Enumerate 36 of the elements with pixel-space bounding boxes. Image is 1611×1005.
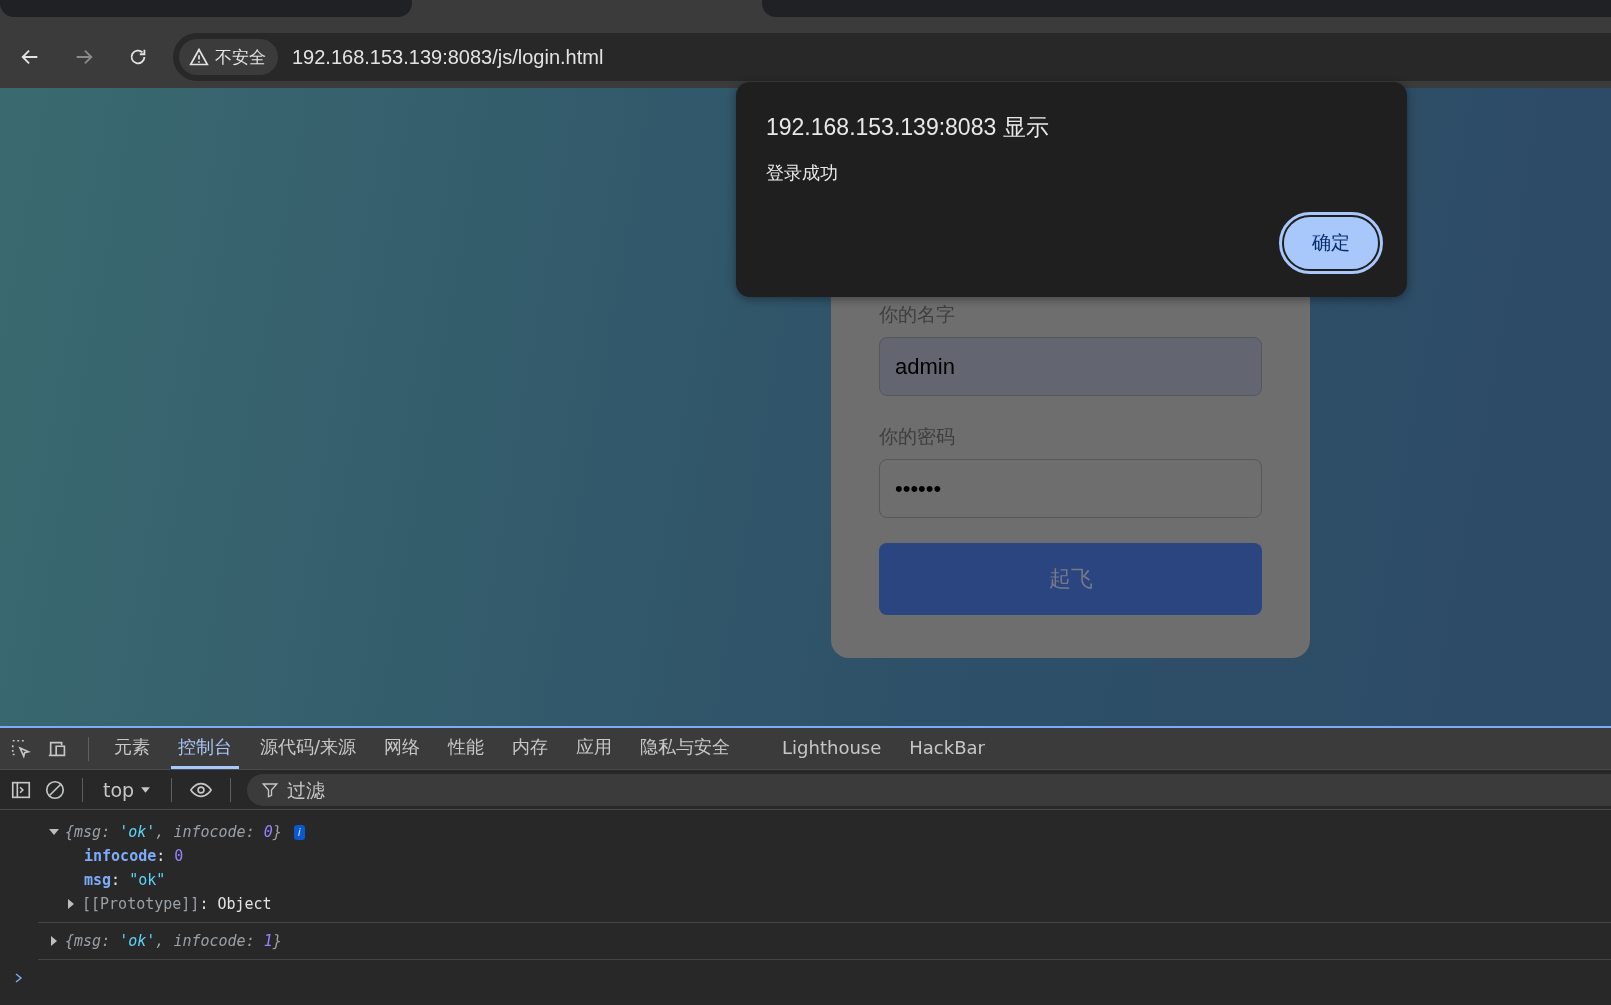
info-badge: i [293, 824, 305, 840]
warning-icon [189, 47, 209, 67]
devtools-tab[interactable]: 元素 [107, 728, 157, 769]
devtools-tab[interactable]: 性能 [441, 728, 492, 769]
devtools-tab[interactable]: 网络 [377, 728, 428, 769]
collapsed-triangle-icon[interactable] [66, 899, 76, 909]
url-text: 192.168.153.139:8083/js/login.html [292, 45, 604, 69]
property-line: msg: "ok" [84, 871, 166, 889]
filter-icon [261, 780, 280, 799]
context-dropdown[interactable]: top [99, 778, 156, 801]
security-label: 不安全 [215, 45, 266, 69]
devtools-tab[interactable]: 应用 [569, 728, 620, 769]
object-preview[interactable]: {msg: 'ok', infocode: 0} [65, 823, 282, 841]
input-field[interactable]: admin [879, 337, 1262, 396]
devtools-tab[interactable]: HackBar [902, 728, 992, 769]
devtools-tab[interactable]: Lighthouse [775, 728, 889, 769]
object-preview[interactable]: {msg: 'ok', infocode: 1} [65, 932, 282, 950]
filter-field[interactable]: 过滤 [247, 773, 1611, 806]
clear-icon[interactable] [44, 778, 66, 801]
caret-icon [140, 784, 152, 795]
devtools-tab[interactable]: 控制台 [171, 728, 239, 769]
property-line: [[Prototype]]: Object [82, 895, 272, 913]
dialog-message: 登录成功 [766, 161, 839, 185]
security-chip[interactable]: 不安全 [179, 39, 278, 75]
address-bar[interactable]: 不安全 192.168.153.139:8083/js/login.html [173, 33, 1611, 81]
expanded-triangle-icon[interactable] [49, 827, 59, 837]
inspect-icon[interactable] [10, 737, 32, 760]
input-field[interactable]: •••••• [879, 459, 1262, 518]
devtools-tab[interactable]: 源代码/来源 [253, 728, 364, 769]
property-line: infocode: 0 [84, 847, 184, 865]
prompt-icon [14, 972, 24, 984]
dialog-title: 192.168.153.139:8083 显示 [766, 113, 1050, 142]
devtools-tab[interactable]: 内存 [505, 728, 556, 769]
collapsed-triangle-icon[interactable] [49, 936, 59, 946]
ok-button[interactable]: 确定 [1281, 214, 1381, 272]
devtools-tab[interactable]: 隐私与安全 [633, 728, 738, 769]
